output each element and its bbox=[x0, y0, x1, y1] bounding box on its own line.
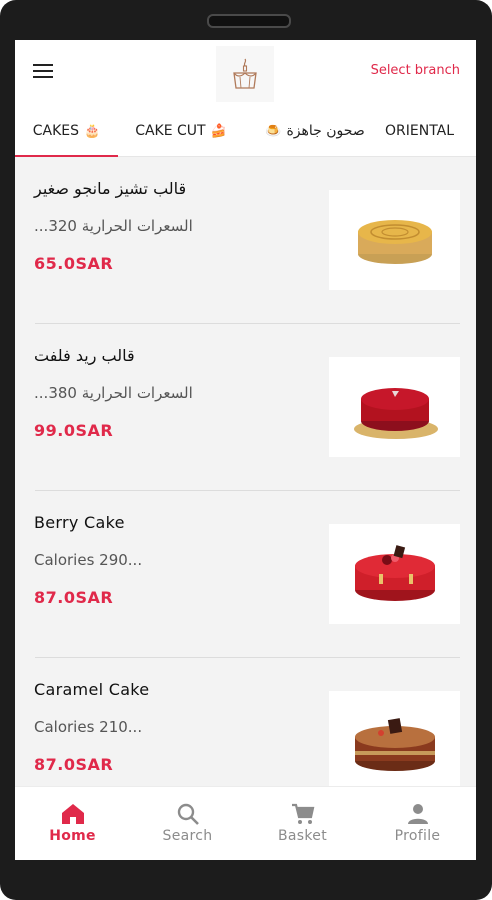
cake-emoji-icon: 🎂 bbox=[84, 123, 101, 139]
cart-icon bbox=[291, 803, 315, 825]
berry-cake-image[interactable] bbox=[329, 524, 460, 624]
product-name: قالب تشيز مانجو صغير bbox=[34, 179, 187, 198]
tab-label: CAKE CUT bbox=[135, 123, 206, 139]
product-description: Calories 210... bbox=[34, 718, 143, 736]
red-velvet-cake-image[interactable] bbox=[329, 357, 460, 457]
nav-label: Search bbox=[162, 828, 213, 844]
tab-label: CAKES bbox=[32, 123, 80, 139]
cake-logo-icon bbox=[216, 46, 274, 102]
product-price: 99.0SAR bbox=[34, 421, 114, 440]
tab-label: صحون جاهزة bbox=[286, 123, 365, 139]
product-price: 87.0SAR bbox=[34, 755, 114, 774]
nav-label: Profile bbox=[394, 828, 441, 844]
nav-label: Basket bbox=[278, 828, 327, 844]
nav-basket[interactable]: Basket bbox=[245, 787, 360, 860]
pudding-emoji-icon: 🍮 bbox=[265, 123, 282, 139]
list-item[interactable]: Berry Cake Calories 290... 87.0SAR bbox=[15, 491, 476, 658]
product-description: Calories 290... bbox=[34, 551, 143, 569]
search-icon bbox=[177, 803, 199, 825]
profile-icon bbox=[407, 803, 429, 825]
list-item[interactable]: قالب ريد فلفت ...السعرات الحرارية 380 99… bbox=[15, 324, 476, 491]
cake-slice-emoji-icon: 🍰 bbox=[210, 123, 227, 139]
mango-cheesecake-image[interactable] bbox=[329, 190, 460, 290]
product-name: قالب ريد فلفت bbox=[34, 346, 135, 365]
product-price: 87.0SAR bbox=[34, 588, 114, 607]
home-icon bbox=[61, 803, 85, 825]
tab-label: ORIENTAL bbox=[385, 123, 455, 139]
app-bar: Select branch bbox=[15, 40, 476, 106]
bottom-navigation: Home Search Basket Profile bbox=[15, 786, 476, 860]
list-item[interactable]: قالب تشيز مانجو صغير ...السعرات الحرارية… bbox=[15, 157, 476, 324]
nav-home[interactable]: Home bbox=[15, 787, 130, 860]
tab-cakes[interactable]: CAKES 🎂 bbox=[15, 106, 118, 157]
app-screen: Select branch CAKES 🎂 CAKE CUT 🍰 🍮 صحون … bbox=[15, 40, 476, 860]
product-price: 65.0SAR bbox=[34, 254, 114, 273]
category-tabs: CAKES 🎂 CAKE CUT 🍰 🍮 صحون جاهزة ORIENTAL bbox=[15, 106, 476, 157]
select-branch-button[interactable]: Select branch bbox=[371, 63, 460, 78]
nav-profile[interactable]: Profile bbox=[360, 787, 475, 860]
phone-speaker bbox=[207, 14, 291, 28]
product-name: Caramel Cake bbox=[34, 680, 150, 699]
hamburger-menu-icon[interactable] bbox=[33, 64, 53, 80]
product-name: Berry Cake bbox=[34, 513, 125, 532]
tab-ready-plates[interactable]: 🍮 صحون جاهزة bbox=[255, 106, 375, 156]
nav-search[interactable]: Search bbox=[130, 787, 245, 860]
tab-oriental[interactable]: ORIENTAL bbox=[385, 106, 476, 156]
product-description: ...السعرات الحرارية 380 bbox=[34, 384, 193, 402]
product-list: قالب تشيز مانجو صغير ...السعرات الحرارية… bbox=[15, 157, 476, 825]
caramel-cake-image[interactable] bbox=[329, 691, 460, 791]
nav-label: Home bbox=[49, 828, 96, 844]
tab-cake-cut[interactable]: CAKE CUT 🍰 bbox=[121, 106, 241, 156]
product-description: ...السعرات الحرارية 320 bbox=[34, 217, 193, 235]
phone-frame: Select branch CAKES 🎂 CAKE CUT 🍰 🍮 صحون … bbox=[0, 0, 492, 900]
